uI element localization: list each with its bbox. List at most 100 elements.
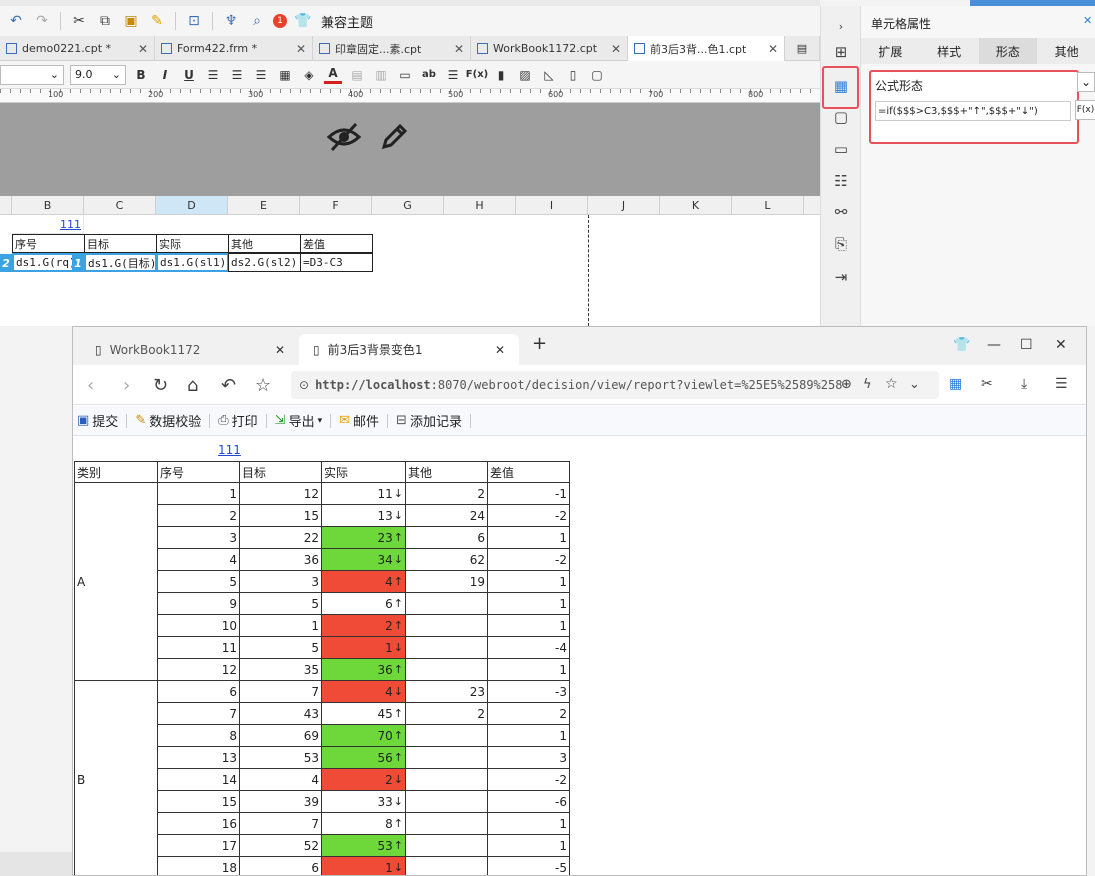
seq-cell[interactable]: 17 <box>158 835 240 857</box>
close-icon[interactable]: ✕ <box>768 42 778 56</box>
hide-eye-icon[interactable] <box>326 121 362 153</box>
preview-icon[interactable]: ⊡ <box>184 11 204 31</box>
undo-icon[interactable]: ↶ <box>6 11 26 31</box>
widget-setting-icon[interactable]: ▭ <box>831 139 851 159</box>
tab-expand[interactable]: 扩展 <box>861 38 920 64</box>
underline-button[interactable]: U <box>180 66 198 84</box>
seq-cell[interactable]: 1 <box>158 483 240 505</box>
slash-icon[interactable]: ◺ <box>540 66 558 84</box>
menu-icon[interactable]: ☰ <box>1055 376 1068 392</box>
design-grid[interactable]: B C D E F G H I J K L 111 序号 目标 实际 其他 差值… <box>0 196 820 326</box>
target-cell[interactable]: 53 <box>240 747 322 769</box>
seq-cell[interactable]: 15 <box>158 791 240 813</box>
star-icon[interactable]: ☆ <box>255 375 271 396</box>
export-button[interactable]: ⇲ 导出 ▾ <box>275 411 322 430</box>
close-icon[interactable]: ✕ <box>1083 14 1092 27</box>
zoom-icon[interactable]: ⊕ <box>841 377 852 392</box>
top-value[interactable]: 111 <box>218 443 241 457</box>
column-header[interactable]: D <box>156 196 228 215</box>
tab-current-report[interactable]: 前3后3背...色1.cpt ✕ <box>628 36 785 61</box>
redo-icon[interactable]: ↷ <box>32 11 52 31</box>
other-cell[interactable] <box>406 791 488 813</box>
format-brush-icon[interactable]: ✎ <box>147 11 167 31</box>
other-cell[interactable] <box>406 747 488 769</box>
chart-icon[interactable]: ▮ <box>492 66 510 84</box>
collapse-arrow-icon[interactable]: › <box>831 16 851 36</box>
diff-cell[interactable]: -1 <box>488 483 570 505</box>
minimize-button[interactable]: — <box>987 337 1001 353</box>
close-icon[interactable]: ✕ <box>138 42 148 56</box>
seq-cell[interactable]: 3 <box>158 527 240 549</box>
column-header[interactable]: C <box>84 196 156 215</box>
target-cell[interactable]: 43 <box>240 703 322 725</box>
column-header[interactable]: H <box>444 196 516 215</box>
notification-badge[interactable]: 1 <box>273 14 287 28</box>
tab-workbook1172[interactable]: WorkBook1172.cpt ✕ <box>471 36 628 61</box>
column-header[interactable]: F <box>300 196 372 215</box>
formula-cell-selected[interactable]: ds1.G(sl1) <box>156 253 229 272</box>
email-button[interactable]: ✉ 邮件 <box>339 411 379 430</box>
target-cell[interactable]: 4 <box>240 769 322 791</box>
seq-cell[interactable]: 10 <box>158 615 240 637</box>
target-cell[interactable]: 36 <box>240 549 322 571</box>
formula-cell[interactable]: ds1.G(目标) <box>84 253 157 272</box>
target-cell[interactable]: 1 <box>240 615 322 637</box>
other-cell[interactable] <box>406 593 488 615</box>
seq-cell[interactable]: 18 <box>158 857 240 875</box>
formula-cell[interactable]: =D3-C3 <box>300 253 373 272</box>
target-cell[interactable]: 3 <box>240 571 322 593</box>
text-cell-icon[interactable]: ▭ <box>396 66 414 84</box>
close-icon[interactable]: ✕ <box>611 42 621 56</box>
italic-button[interactable]: I <box>156 66 174 84</box>
actual-value-cell[interactable]: 11 ↓ <box>322 483 406 505</box>
column-header[interactable]: I <box>516 196 588 215</box>
present-type-dropdown[interactable]: ⌄ <box>1077 72 1095 92</box>
tab-other[interactable]: 其他 <box>1037 38 1095 64</box>
lightning-icon[interactable]: ϟ <box>863 377 872 392</box>
other-cell[interactable] <box>406 813 488 835</box>
tshirt-icon[interactable]: 👕 <box>953 337 970 353</box>
diff-cell[interactable]: -2 <box>488 769 570 791</box>
import-icon[interactable]: ⇥ <box>831 267 851 287</box>
apps-icon[interactable]: ▦ <box>949 376 962 392</box>
column-header[interactable]: L <box>732 196 804 215</box>
actual-value-cell[interactable]: 1 ↓ <box>322 857 406 875</box>
diff-cell[interactable]: 1 <box>488 527 570 549</box>
font-size-select[interactable]: 9.0 ⌄ <box>70 64 126 85</box>
column-header[interactable]: K <box>660 196 732 215</box>
header-cell[interactable]: 差值 <box>300 234 373 253</box>
seq-cell[interactable]: 7 <box>158 703 240 725</box>
target-cell[interactable]: 5 <box>240 593 322 615</box>
diff-cell[interactable]: 2 <box>488 703 570 725</box>
other-cell[interactable] <box>406 857 488 875</box>
paste-icon[interactable]: ▣ <box>121 11 141 31</box>
add-record-button[interactable]: ⊟ 添加记录 <box>396 411 462 430</box>
formula-input[interactable]: =if($$$>C3,$$$+"↑",$$$+"↓") <box>875 101 1071 121</box>
maximize-button[interactable]: ☐ <box>1020 337 1033 353</box>
column-header[interactable]: G <box>372 196 444 215</box>
actual-value-cell[interactable]: 53 ↑ <box>322 835 406 857</box>
richtext-icon[interactable]: ☰ <box>444 66 462 84</box>
diff-cell[interactable]: 1 <box>488 659 570 681</box>
seq-cell[interactable]: 8 <box>158 725 240 747</box>
header-cell[interactable]: 其他 <box>228 234 301 253</box>
search-icon[interactable]: ⌕ <box>247 11 267 31</box>
target-cell[interactable]: 39 <box>240 791 322 813</box>
target-cell[interactable]: 12 <box>240 483 322 505</box>
seq-cell[interactable]: 9 <box>158 593 240 615</box>
diff-cell[interactable]: 1 <box>488 593 570 615</box>
seq-cell[interactable]: 5 <box>158 571 240 593</box>
tab-demo0221[interactable]: demo0221.cpt * ✕ <box>0 36 155 61</box>
favorite-icon[interactable]: ☆ <box>885 376 898 392</box>
header-cell[interactable]: 实际 <box>156 234 229 253</box>
diff-cell[interactable]: 3 <box>488 747 570 769</box>
actual-value-cell[interactable]: 45 ↑ <box>322 703 406 725</box>
other-cell[interactable]: 6 <box>406 527 488 549</box>
actual-value-cell[interactable]: 34 ↓ <box>322 549 406 571</box>
seq-cell[interactable]: 4 <box>158 549 240 571</box>
header-cell[interactable]: 序号 <box>12 234 85 253</box>
diff-cell[interactable]: -6 <box>488 791 570 813</box>
other-cell[interactable]: 2 <box>406 483 488 505</box>
text-icon[interactable]: ab <box>420 66 438 84</box>
other-cell[interactable] <box>406 637 488 659</box>
